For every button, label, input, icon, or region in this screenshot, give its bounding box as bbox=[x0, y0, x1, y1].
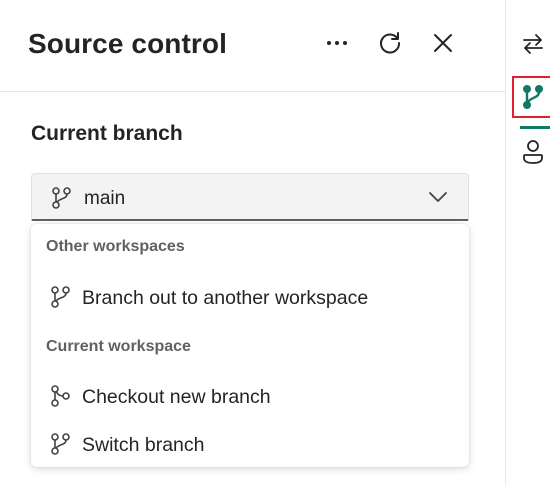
right-rail bbox=[505, 0, 550, 485]
refresh-icon bbox=[380, 32, 401, 54]
branch-fork-icon bbox=[51, 385, 70, 407]
panel-header: Source control bbox=[0, 0, 505, 92]
app-root: Source control Current branch main Other… bbox=[0, 0, 550, 485]
checkout-new-branch-menu-item[interactable]: Checkout new branch bbox=[31, 374, 469, 418]
checkout-new-branch-label: Checkout new branch bbox=[82, 386, 271, 408]
selected-branch: main bbox=[84, 188, 126, 209]
refresh-button[interactable] bbox=[373, 26, 407, 60]
close-icon bbox=[434, 34, 452, 52]
chevron-down-icon bbox=[429, 192, 447, 202]
branch-out-menu-item[interactable]: Branch out to another workspace bbox=[31, 275, 469, 319]
arrow-swap-icon bbox=[523, 34, 543, 54]
more-horizontal-icon bbox=[327, 41, 347, 45]
swap-button[interactable] bbox=[514, 25, 550, 63]
branch-dropdown[interactable]: main bbox=[31, 173, 469, 221]
person-button[interactable] bbox=[514, 133, 550, 171]
branch-menu: Other workspaces Branch out to another w… bbox=[31, 224, 469, 467]
person-icon bbox=[523, 140, 543, 164]
branch-icon bbox=[52, 187, 71, 209]
branch-icon bbox=[51, 433, 70, 455]
branch-out-label: Branch out to another workspace bbox=[82, 287, 369, 309]
more-options-button[interactable] bbox=[320, 26, 354, 60]
source-control-panel: Source control Current branch main Other… bbox=[0, 0, 505, 485]
menu-group-other-workspaces: Other workspaces bbox=[46, 238, 185, 255]
switch-branch-label: Switch branch bbox=[82, 434, 205, 456]
source-control-icon bbox=[523, 85, 543, 109]
panel-title: Source control bbox=[28, 28, 227, 59]
active-tab-indicator bbox=[520, 126, 550, 129]
switch-branch-menu-item[interactable]: Switch branch bbox=[31, 422, 469, 466]
current-branch-heading: Current branch bbox=[31, 122, 183, 145]
menu-group-current-workspace: Current workspace bbox=[46, 338, 191, 355]
source-control-rail-button[interactable] bbox=[512, 76, 550, 118]
close-button[interactable] bbox=[426, 26, 460, 60]
branch-icon bbox=[51, 286, 70, 308]
